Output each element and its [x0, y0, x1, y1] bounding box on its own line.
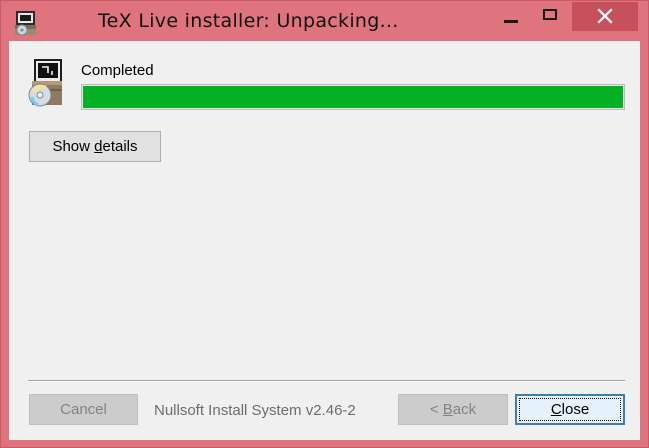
progress-bar — [81, 84, 625, 110]
installer-body: Completed Show details Cancel Nullsoft I… — [9, 41, 640, 440]
show-details-button[interactable]: Show details — [29, 131, 161, 162]
maximize-button[interactable] — [528, 2, 572, 31]
setup-package-icon — [28, 59, 62, 107]
close-window-button[interactable] — [572, 2, 638, 31]
cancel-label: Cancel — [60, 401, 107, 418]
back-button[interactable]: < Back — [398, 394, 508, 425]
show-details-label-pre: Show — [52, 138, 95, 155]
back-label-mnemonic: B — [442, 401, 453, 418]
minimize-icon — [504, 20, 518, 23]
nsis-brand-text: Nullsoft Install System v2.46-2 — [154, 402, 356, 419]
close-icon — [597, 8, 613, 24]
progress-fill — [83, 86, 623, 108]
installer-app-icon[interactable] — [13, 10, 39, 36]
installer-window: TeX Live installer: Unpacking... Complet… — [0, 0, 649, 448]
show-details-label-post: etails — [102, 138, 138, 155]
close-button[interactable]: Close — [515, 394, 625, 425]
footer-separator — [28, 380, 625, 382]
cancel-button[interactable]: Cancel — [29, 394, 138, 425]
window-title: TeX Live installer: Unpacking... — [98, 10, 399, 32]
title-bar[interactable]: TeX Live installer: Unpacking... — [1, 1, 648, 41]
maximize-icon — [543, 9, 557, 20]
back-label-pre: < — [429, 401, 443, 418]
status-text: Completed — [81, 62, 154, 79]
focus-ring — [519, 398, 621, 421]
back-label-post: ack — [452, 401, 477, 418]
show-details-label-mnemonic: d — [94, 138, 103, 155]
minimize-button[interactable] — [492, 2, 528, 31]
